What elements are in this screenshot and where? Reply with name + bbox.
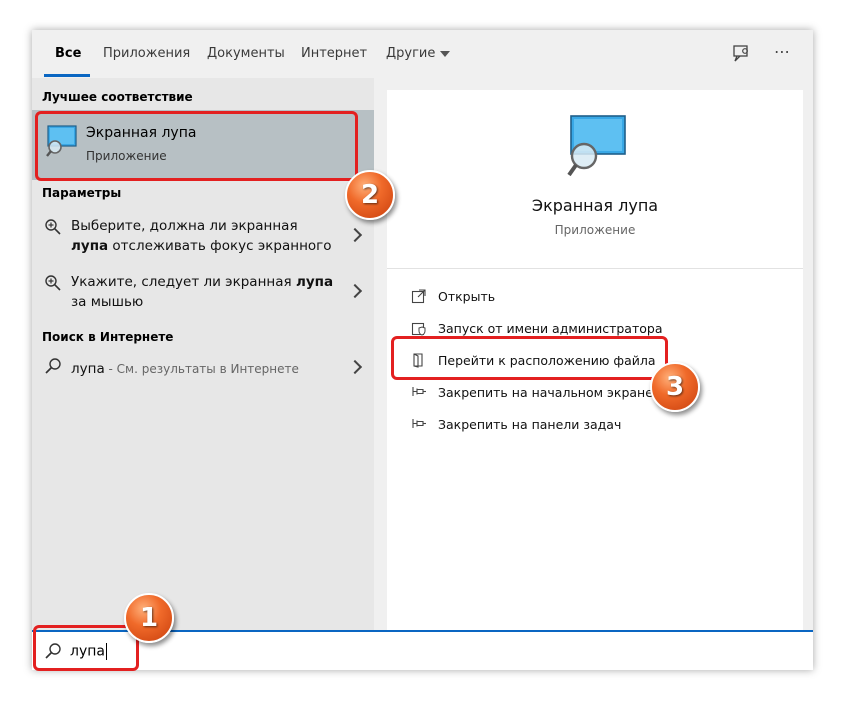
active-tab-indicator: [44, 74, 90, 77]
settings-heading: Параметры: [42, 186, 122, 200]
web-search-text: лупа - См. результаты в Интернете: [71, 358, 299, 377]
tab-documents[interactable]: Документы: [207, 46, 285, 61]
chevron-right-icon: [347, 227, 363, 243]
preview-subtitle: Приложение: [554, 223, 636, 237]
tab-other-label: Другие: [386, 46, 436, 61]
settings-item-focus-suffix: отслеживать фокус экранного: [108, 238, 332, 254]
annotation-badge-3: 3: [650, 362, 700, 412]
action-run-as-admin-label: Запуск от имени администратора: [438, 321, 663, 336]
caret-down-icon: [440, 50, 451, 57]
zoom-in-icon: [45, 219, 61, 235]
admin-run-icon: [411, 322, 426, 336]
highlight-file-location: [391, 336, 668, 380]
feedback-button[interactable]: [729, 42, 753, 66]
tab-all[interactable]: Все: [55, 46, 81, 61]
tab-internet[interactable]: Интернет: [301, 46, 367, 61]
settings-item-focus-text: Выберите, должна ли экранная лупа отслеж…: [71, 216, 341, 256]
search-icon: [45, 358, 61, 374]
preview-divider: [387, 268, 803, 269]
pin-icon: [412, 419, 426, 428]
chevron-right-icon: [347, 359, 363, 375]
action-open[interactable]: Открыть: [411, 286, 791, 310]
web-search-query: лупа: [71, 361, 105, 377]
settings-item-focus-bold: лупа: [71, 238, 109, 254]
settings-item-mouse-text: Укажите, следует ли экранная лупа за мыш…: [71, 272, 341, 312]
settings-item-focus-prefix: Выберите, должна ли экранная: [71, 218, 298, 234]
settings-item-mouse-prefix: Укажите, следует ли экранная: [71, 274, 292, 290]
chevron-right-icon: [347, 283, 363, 299]
more-options-button[interactable]: ⋯: [770, 42, 794, 66]
highlight-search-input: [33, 625, 139, 671]
tab-apps[interactable]: Приложения: [103, 46, 190, 61]
settings-item-mouse-bold: лупа: [295, 274, 334, 290]
settings-item-mouse-suffix: за мышью: [71, 294, 144, 310]
magnifier-app-icon: [567, 115, 626, 177]
action-pin-start[interactable]: Закрепить на начальном экране: [411, 382, 791, 406]
action-pin-taskbar[interactable]: Закрепить на панели задач: [411, 414, 791, 438]
tab-bar: Все Приложения Документы Интернет Другие…: [32, 30, 813, 78]
action-pin-taskbar-label: Закрепить на панели задач: [438, 417, 622, 432]
zoom-in-icon: [45, 275, 61, 291]
preview-title: Экранная лупа: [531, 196, 659, 215]
annotation-badge-2: 2: [345, 170, 395, 220]
settings-item-mouse[interactable]: Укажите, следует ли экранная лупа за мыш…: [32, 268, 374, 320]
action-open-label: Открыть: [438, 289, 496, 304]
best-match-heading: Лучшее соответствие: [42, 90, 193, 104]
tab-other[interactable]: Другие: [386, 46, 451, 61]
open-icon: [411, 289, 426, 304]
web-search-heading: Поиск в Интернете: [42, 330, 174, 344]
action-pin-start-label: Закрепить на начальном экране: [438, 385, 653, 400]
feedback-icon: [733, 45, 748, 62]
settings-item-focus[interactable]: Выберите, должна ли экранная лупа отслеж…: [32, 212, 374, 264]
web-search-suffix: - См. результаты в Интернете: [104, 362, 299, 376]
web-search-item[interactable]: лупа - См. результаты в Интернете: [32, 346, 374, 386]
highlight-best-match: [35, 111, 358, 181]
annotation-badge-1: 1: [124, 593, 174, 643]
pin-icon: [412, 387, 426, 396]
